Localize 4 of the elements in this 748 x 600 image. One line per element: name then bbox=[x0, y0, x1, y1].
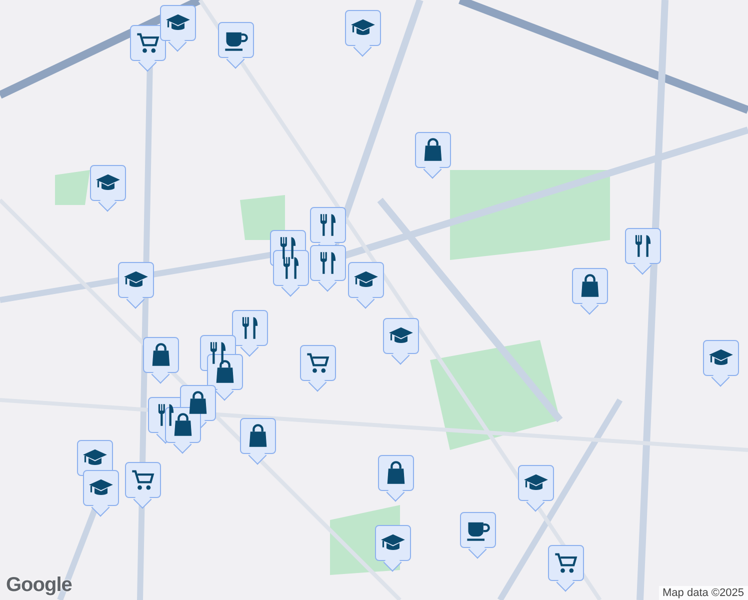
map-attribution: Map data ©2025 bbox=[658, 586, 748, 600]
google-logo: Google bbox=[6, 574, 72, 597]
park-area bbox=[55, 170, 90, 205]
park-area bbox=[240, 195, 285, 240]
